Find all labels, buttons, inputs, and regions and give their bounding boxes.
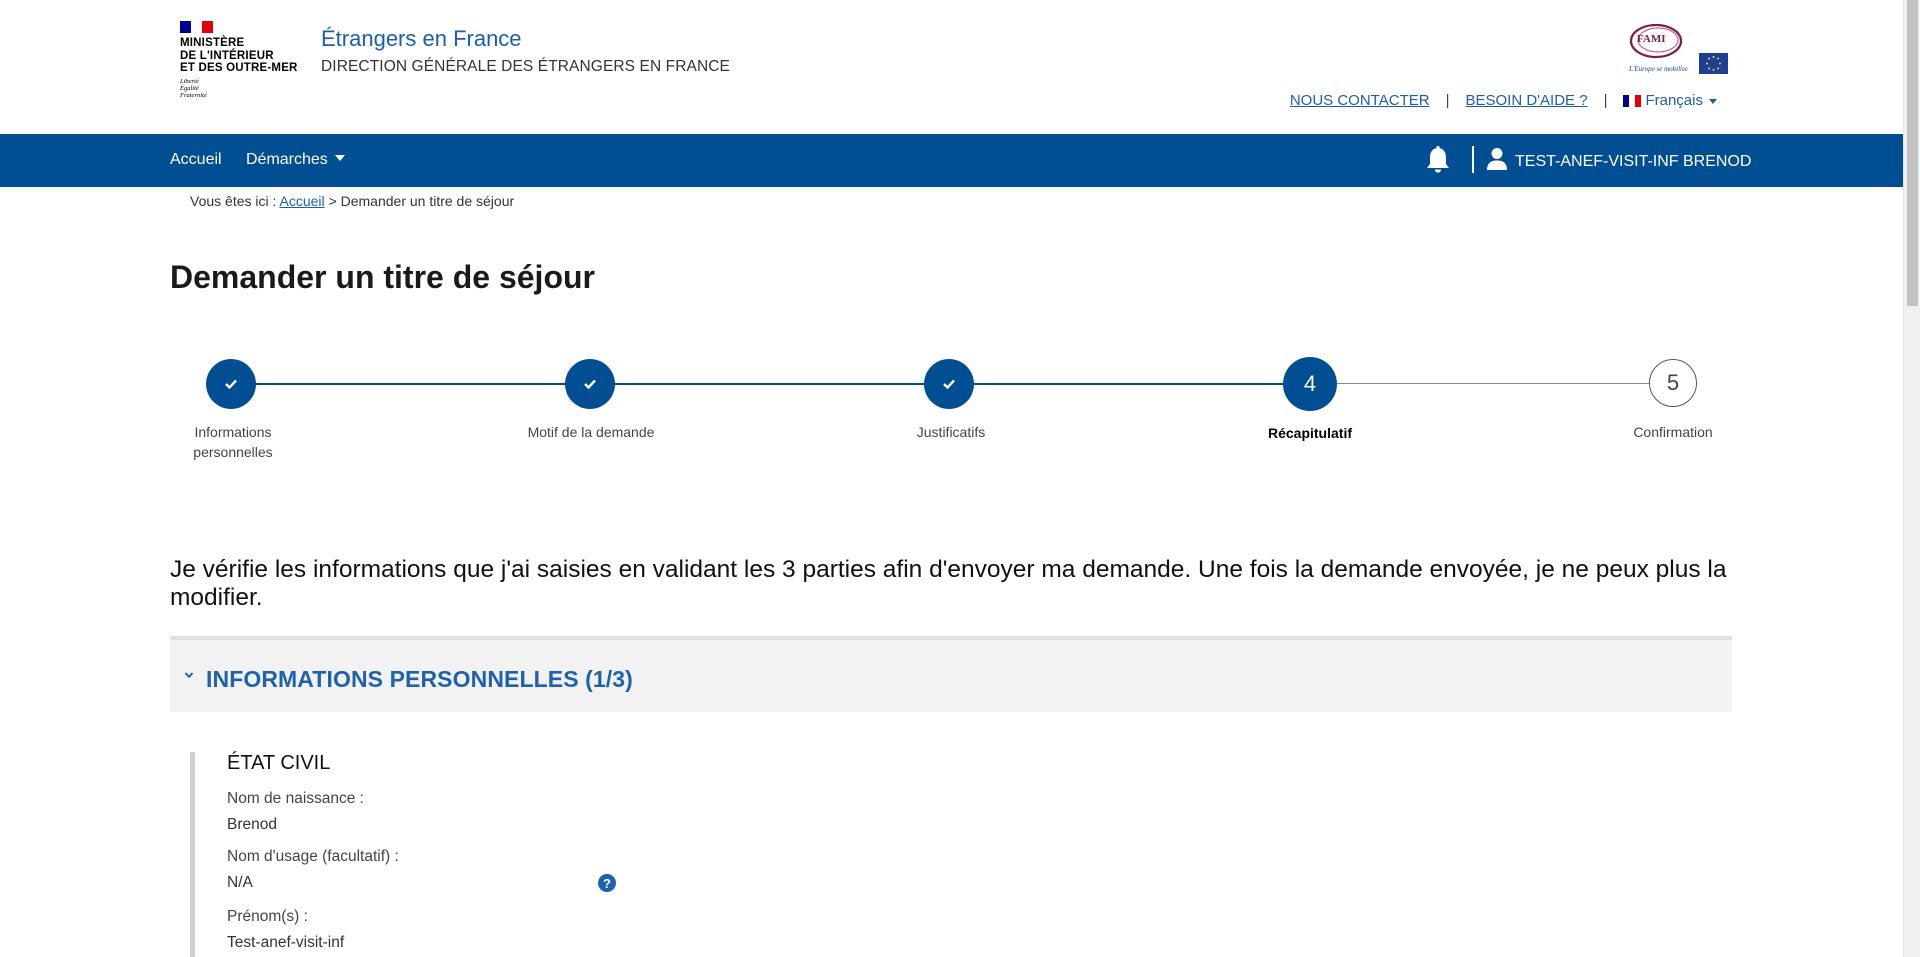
breadcrumb-home-link[interactable]: Accueil — [280, 193, 325, 209]
checkmark-icon — [225, 379, 237, 389]
civil-status-section: ÉTAT CIVIL Nom de naissance : Brenod Nom… — [190, 752, 890, 957]
section-title: ÉTAT CIVIL — [227, 752, 331, 774]
accordion-title: INFORMATIONS PERSONNELLES (1/3) — [206, 666, 633, 692]
accordion-personal-info[interactable]: INFORMATIONS PERSONNELLES (1/3) — [170, 636, 1732, 712]
checkmark-icon — [943, 379, 955, 389]
breadcrumb-current: Demander un titre de séjour — [340, 193, 515, 209]
ministry-logo[interactable]: MINISTÈRE DE L'INTÉRIEUR ET DES OUTRE-ME… — [180, 21, 300, 106]
header-links: NOUS CONTACTER | BESOIN D'AIDE ? | Franç… — [1290, 92, 1717, 109]
step-4-label: Récapitulatif — [1267, 425, 1352, 441]
nav-home[interactable]: Accueil — [170, 151, 222, 169]
first-name-label: Prénom(s) : — [227, 908, 308, 925]
nav-procedures-label: Démarches — [246, 151, 328, 168]
stepper-line-completed — [231, 383, 1284, 385]
french-flag-icon — [180, 21, 213, 33]
step-2-circle — [565, 359, 615, 409]
language-label: Français — [1645, 92, 1703, 109]
breadcrumb-prefix: Vous êtes ici : — [190, 193, 280, 209]
user-icon[interactable] — [1486, 147, 1508, 171]
chevron-down-icon — [334, 155, 345, 161]
contact-link[interactable]: NOUS CONTACTER — [1290, 92, 1430, 109]
nav-procedures[interactable]: Démarches — [246, 151, 345, 169]
step-3-circle — [924, 359, 974, 409]
stepper-line-pending — [1337, 383, 1650, 384]
link-separator: | — [1445, 92, 1450, 109]
site-subtitle: DIRECTION GÉNÉRALE DES ÉTRANGERS EN FRAN… — [321, 58, 730, 75]
progress-stepper: Informations personnelles Motif de la dem… — [0, 350, 1903, 480]
step-5-circle: 5 — [1649, 359, 1697, 407]
ministry-name: MINISTÈRE DE L'INTÉRIEUR ET DES OUTRE-ME… — [180, 37, 298, 74]
site-header: MINISTÈRE DE L'INTÉRIEUR ET DES OUTRE-ME… — [0, 0, 1903, 134]
french-flag-icon — [1623, 94, 1642, 107]
nav-divider — [1472, 146, 1474, 173]
step-1-label: Informations personnelles — [193, 424, 273, 460]
step-5-label: Confirmation — [1633, 424, 1713, 440]
birth-name-label: Nom de naissance : — [227, 790, 364, 807]
breadcrumb-separator: > — [324, 193, 341, 209]
help-link[interactable]: BESOIN D'AIDE ? — [1465, 92, 1587, 109]
usage-name-label: Nom d'usage (facultatif) : — [227, 848, 399, 865]
language-selector[interactable]: Français — [1623, 92, 1717, 109]
help-icon[interactable]: ? — [598, 874, 616, 892]
site-title[interactable]: Étrangers en France — [321, 26, 522, 52]
page-title: Demander un titre de séjour — [170, 259, 595, 295]
scrollbar-thumb[interactable] — [1907, 0, 1918, 306]
breadcrumb: Vous êtes ici : Accueil > Demander un ti… — [190, 193, 514, 209]
first-name-value: Test-anef-visit-inf — [227, 934, 345, 951]
page-scrollbar[interactable] — [1903, 0, 1920, 957]
fami-logo: FAMI L'Europe se mobilise — [1629, 21, 1729, 77]
step-3-label: Justificatifs — [916, 424, 986, 440]
fami-tagline: L'Europe se mobilise — [1629, 65, 1688, 73]
step-4-circle: 4 — [1283, 357, 1337, 411]
step-2-label: Motif de la demande — [527, 424, 655, 440]
usage-name-value: N/A — [227, 874, 253, 891]
user-menu[interactable]: TEST-ANEF-VISIT-INF BRENOD — [1515, 153, 1751, 171]
link-separator: | — [1603, 92, 1608, 109]
eu-flag-icon — [1699, 53, 1728, 74]
bell-icon[interactable] — [1423, 145, 1453, 175]
fami-name: FAMI — [1637, 33, 1666, 45]
chevron-down-icon — [184, 672, 194, 679]
republic-motto: Liberté Égalité Fraternité — [180, 77, 207, 99]
step-1-circle — [206, 359, 256, 409]
chevron-down-icon — [1709, 99, 1717, 104]
birth-name-value: Brenod — [227, 816, 277, 833]
intro-text: Je vérifie les informations que j'ai sai… — [170, 556, 1727, 611]
checkmark-icon — [584, 379, 596, 389]
